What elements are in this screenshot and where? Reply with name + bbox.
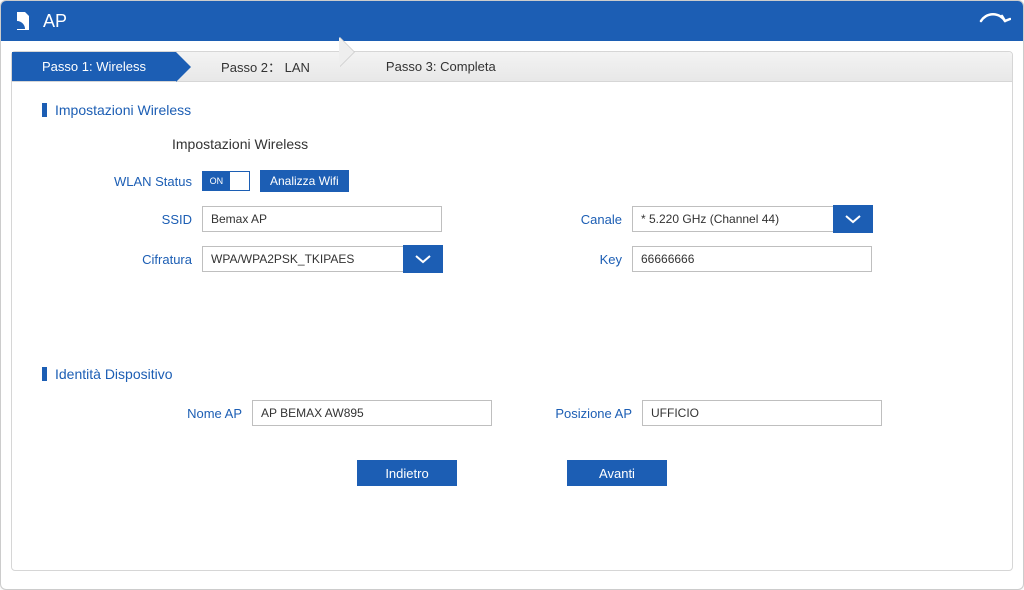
label-wlan-status: WLAN Status	[42, 174, 202, 189]
wlan-controls: ON Analizza Wifi	[202, 170, 349, 192]
chevron-down-icon[interactable]	[403, 245, 443, 273]
analyze-wifi-button[interactable]: Analizza Wifi	[260, 170, 349, 192]
section-marker-icon	[42, 103, 47, 117]
toggle-knob	[230, 172, 249, 190]
indietro-button[interactable]: Indietro	[357, 460, 457, 486]
row-canale: Canale	[532, 206, 982, 232]
wlan-status-toggle[interactable]: ON	[202, 171, 250, 191]
section-identity-header: Identità Dispositivo	[42, 366, 982, 382]
form-two-col-2: Nome AP Posizione AP	[42, 400, 982, 440]
cifratura-select[interactable]	[202, 246, 442, 272]
section-wireless-header: Impostazioni Wireless	[42, 102, 982, 118]
label-nome-ap: Nome AP	[42, 406, 252, 421]
ap-config-window: AP Passo 1: Wireless Passo 2： LAN Passo …	[0, 0, 1024, 590]
col-left-2: Nome AP	[42, 400, 492, 440]
row-wlan-status: WLAN Status ON Analizza Wifi	[42, 170, 982, 192]
document-icon	[13, 11, 33, 31]
section-wireless-title: Impostazioni Wireless	[55, 102, 191, 118]
form-body: Impostazioni Wireless Impostazioni Wirel…	[12, 82, 1012, 496]
row-nome-ap: Nome AP	[42, 400, 492, 426]
label-canale: Canale	[532, 212, 632, 227]
section-identity-title: Identità Dispositivo	[55, 366, 173, 382]
footer-buttons: Indietro Avanti	[42, 460, 982, 486]
col-left-1: SSID Cifratura	[42, 206, 492, 286]
label-posizione-ap: Posizione AP	[532, 406, 642, 421]
row-posizione-ap: Posizione AP	[532, 400, 982, 426]
avanti-button[interactable]: Avanti	[567, 460, 667, 486]
content-wrap: Passo 1: Wireless Passo 2： LAN Passo 3: …	[1, 41, 1023, 581]
section-marker-icon	[42, 367, 47, 381]
form-two-col-1: SSID Cifratura	[42, 206, 982, 286]
label-ssid: SSID	[42, 212, 202, 227]
inner-panel: Passo 1: Wireless Passo 2： LAN Passo 3: …	[11, 51, 1013, 571]
step-1-label: Passo 1: Wireless	[42, 59, 146, 74]
posizione-ap-input[interactable]	[642, 400, 882, 426]
wireless-subheading: Impostazioni Wireless	[172, 136, 982, 152]
titlebar-left: AP	[13, 11, 67, 32]
page-title: AP	[43, 11, 67, 32]
label-cifratura: Cifratura	[42, 252, 202, 267]
step-2-label: Passo 2： LAN	[221, 57, 310, 76]
row-ssid: SSID	[42, 206, 492, 232]
back-button[interactable]	[975, 9, 1011, 33]
chevron-down-icon[interactable]	[833, 205, 873, 233]
step-1-wireless[interactable]: Passo 1: Wireless	[12, 52, 176, 81]
row-key: Key	[532, 246, 982, 272]
titlebar: AP	[1, 1, 1023, 41]
nome-ap-input[interactable]	[252, 400, 492, 426]
canale-select[interactable]	[632, 206, 872, 232]
ssid-input[interactable]	[202, 206, 442, 232]
label-key: Key	[532, 252, 632, 267]
step-2-lan[interactable]: Passo 2： LAN	[191, 52, 340, 81]
wizard-stepper: Passo 1: Wireless Passo 2： LAN Passo 3: …	[12, 52, 1012, 82]
step-arrow-1	[176, 52, 191, 82]
key-input[interactable]	[632, 246, 872, 272]
toggle-on-label: ON	[203, 172, 230, 190]
step-3-label: Passo 3: Completa	[386, 59, 496, 74]
col-right-2: Posizione AP	[532, 400, 982, 440]
row-cifratura: Cifratura	[42, 246, 492, 272]
step-arrow-2	[340, 52, 356, 81]
step-3-complete[interactable]: Passo 3: Completa	[356, 52, 526, 81]
col-right-1: Canale Key	[532, 206, 982, 286]
